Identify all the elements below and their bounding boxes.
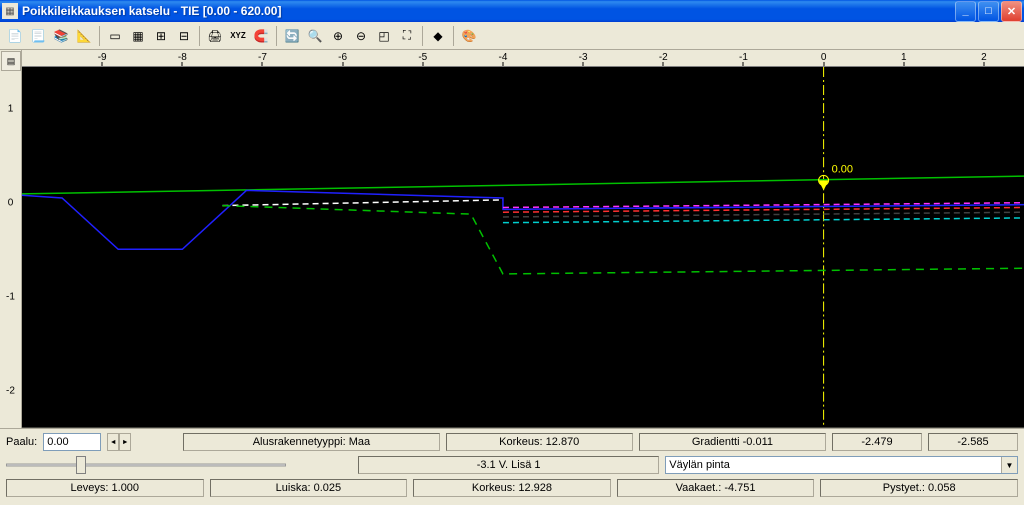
app-icon: ▦ — [2, 3, 18, 19]
luiska-value: 0.025 — [314, 482, 342, 494]
grid2-icon[interactable]: ⊟ — [173, 25, 195, 47]
dimension-icon[interactable]: 📐 — [73, 25, 95, 47]
vaakaet-field: Vaakaet.: -4.751 — [617, 479, 815, 497]
dropdown-value: Väylän pinta — [669, 459, 730, 471]
pystyet-label: Pystyet.: — [883, 482, 925, 494]
leveys-field: Leveys: 1.000 — [6, 479, 204, 497]
korkeus2-value: 12.928 — [518, 482, 552, 494]
chart-column: -9-8-7-6-5-4-3-2-1012 0.00 — [22, 50, 1024, 428]
document-icon[interactable]: 📄 — [4, 25, 26, 47]
leveys-value: 1.000 — [112, 482, 140, 494]
luiska-field: Luiska: 0.025 — [210, 479, 408, 497]
gradientti-field: Gradientti -0.011 — [639, 433, 826, 451]
zoom-out-icon[interactable]: ⊖ — [350, 25, 372, 47]
xyz-icon[interactable]: XYZ — [227, 25, 249, 47]
alusrakenne-field: Alusrakennetyyppi: Maa — [183, 433, 439, 451]
print-icon[interactable]: 🖨 — [204, 25, 226, 47]
pystyet-value: 0.058 — [928, 482, 956, 494]
minimize-button[interactable]: _ — [955, 1, 976, 22]
toolbar-separator — [199, 26, 200, 46]
vaakaet-value: -4.751 — [724, 482, 755, 494]
close-button[interactable]: ✕ — [1001, 1, 1022, 22]
zoom-in-icon[interactable]: ⊕ — [327, 25, 349, 47]
paalu-prev-button[interactable]: ◄ — [107, 433, 119, 451]
mid-text-field: -3.1 V. Lisä 1 — [358, 456, 659, 474]
korkeus2-label: Korkeus: — [472, 482, 515, 494]
korkeus1-field: Korkeus: 12.870 — [446, 433, 633, 451]
surface-dropdown[interactable]: Väylän pinta ▼ — [665, 456, 1018, 474]
korkeus1-label: Korkeus: — [499, 436, 542, 448]
svg-text:0.00: 0.00 — [832, 164, 853, 176]
toolbar-separator — [99, 26, 100, 46]
coord-x-value: -2.479 — [861, 436, 892, 448]
zoom-window-icon[interactable]: ◰ — [373, 25, 395, 47]
alusrakenne-value: Maa — [349, 436, 370, 448]
korkeus1-value: 12.870 — [546, 436, 580, 448]
toolbar-separator — [276, 26, 277, 46]
gradientti-value: -0.011 — [743, 436, 773, 448]
ruler-toggle-button[interactable]: ▤ — [1, 51, 21, 71]
coord-x-field: -2.479 — [832, 433, 922, 451]
paalu-slider[interactable] — [6, 455, 286, 475]
y-tick-label: -2 — [0, 385, 21, 396]
gradientti-label: Gradientti — [692, 436, 740, 448]
border-icon[interactable]: ▭ — [104, 25, 126, 47]
coord-y-field: -2.585 — [928, 433, 1018, 451]
vaakaet-label: Vaakaet.: — [676, 482, 722, 494]
korkeus2-field: Korkeus: 12.928 — [413, 479, 611, 497]
paalu-next-button[interactable]: ► — [119, 433, 131, 451]
refresh-icon[interactable]: 🔄 — [281, 25, 303, 47]
cross-section-chart[interactable]: 0.00 — [22, 67, 1024, 428]
paalu-input[interactable] — [43, 433, 101, 451]
leveys-label: Leveys: — [71, 482, 109, 494]
alusrakenne-label: Alusrakennetyyppi: — [253, 436, 346, 448]
eraser-icon[interactable]: ◆ — [427, 25, 449, 47]
chevron-down-icon[interactable]: ▼ — [1001, 457, 1017, 473]
toolbar-separator — [422, 26, 423, 46]
x-axis-ruler: -9-8-7-6-5-4-3-2-1012 — [22, 50, 1024, 67]
mid-text-value: -3.1 V. Lisä 1 — [477, 459, 541, 471]
luiska-label: Luiska: — [276, 482, 311, 494]
magnet-icon[interactable]: 🧲 — [250, 25, 272, 47]
y-tick-label: 0 — [0, 198, 21, 209]
toolbar: 📄 📃 📚 📐 ▭ ▦ ⊞ ⊟ 🖨 XYZ 🧲 🔄 🔍 ⊕ ⊖ ◰ ⛶ ◆ 🎨 — [0, 22, 1024, 50]
slider-thumb[interactable] — [76, 456, 86, 474]
y-axis-ruler: -2 -1 0 1 — [0, 72, 21, 428]
table-icon[interactable]: ▦ — [127, 25, 149, 47]
left-ruler: ▤ -2 -1 0 1 — [0, 50, 22, 428]
page-icon[interactable]: 📃 — [27, 25, 49, 47]
y-tick-label: -1 — [0, 291, 21, 302]
main-area: ▤ -2 -1 0 1 -9-8-7-6-5-4-3-2-1012 0.00 — [0, 50, 1024, 428]
title-bar: ▦ Poikkileikkauksen katselu - TIE [0.00 … — [0, 0, 1024, 22]
toolbar-separator — [453, 26, 454, 46]
window-controls: _ □ ✕ — [955, 1, 1022, 22]
coord-y-value: -2.585 — [957, 436, 988, 448]
zoom-extents-icon[interactable]: ⛶ — [396, 25, 418, 47]
palette-icon[interactable]: 🎨 — [458, 25, 480, 47]
paalu-spinner: ◄ ► — [107, 433, 131, 451]
window-title: Poikkileikkauksen katselu - TIE [0.00 - … — [22, 4, 955, 18]
status-panel: Paalu: ◄ ► Alusrakennetyyppi: Maa Korkeu… — [0, 428, 1024, 504]
pystyet-field: Pystyet.: 0.058 — [820, 479, 1018, 497]
maximize-button[interactable]: □ — [978, 1, 999, 22]
y-tick-label: 1 — [0, 104, 21, 115]
stack-icon[interactable]: 📚 — [50, 25, 72, 47]
grid-icon[interactable]: ⊞ — [150, 25, 172, 47]
zoom-fit-icon[interactable]: 🔍 — [304, 25, 326, 47]
paalu-label: Paalu: — [6, 436, 37, 448]
